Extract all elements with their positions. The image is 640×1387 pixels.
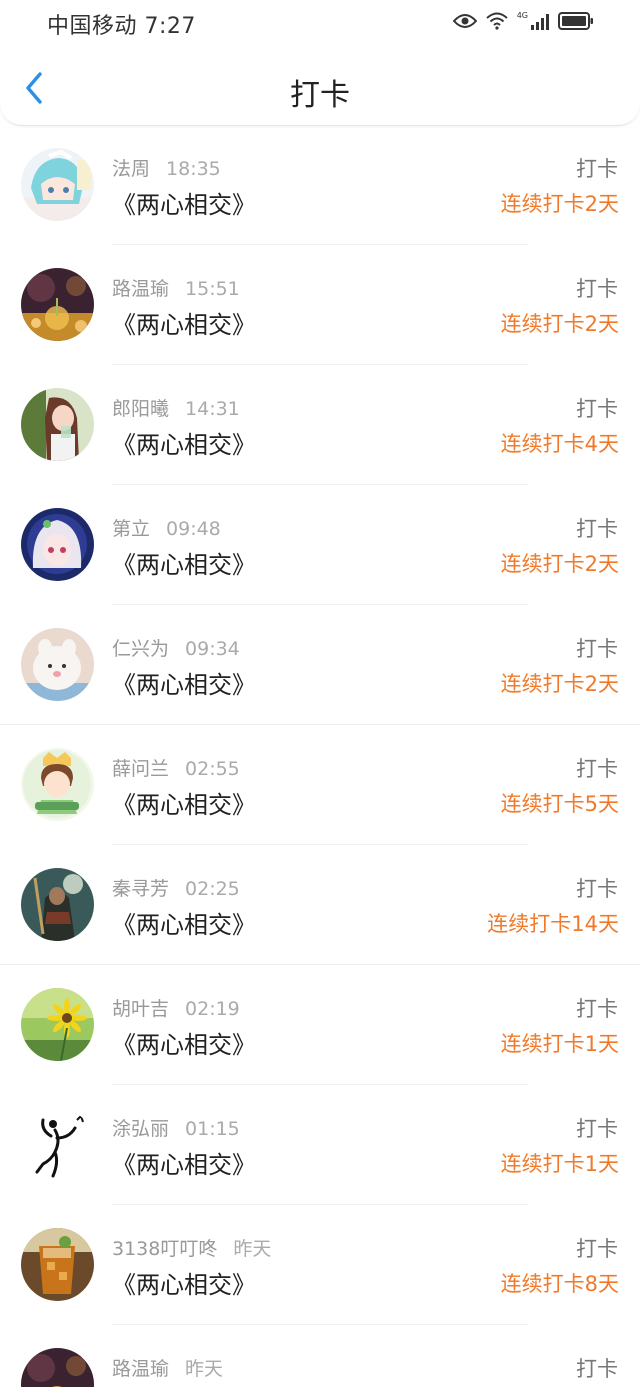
user-meta: 法周 18:35 [112,154,221,181]
list-item[interactable]: 秦寻芳 02:25 《两心相交》 打卡 连续打卡14天 [0,845,640,965]
user-name[interactable]: 郎阳曦 [112,398,169,420]
checkin-time: 15:51 [185,278,240,300]
book-title[interactable]: 《两心相交》 [112,785,256,820]
list-item[interactable]: 路温瑜 昨天 打卡 [0,1325,640,1387]
streak-label: 连续打卡2天 [500,552,619,576]
avatar[interactable] [21,988,94,1061]
checkin-time: 01:15 [185,1118,240,1140]
streak-label: 连续打卡14天 [487,912,619,936]
list-item[interactable]: 第立 09:48 《两心相交》 打卡 连续打卡2天 [0,485,640,605]
book-title[interactable]: 《两心相交》 [112,1025,256,1060]
book-title[interactable]: 《两心相交》 [112,425,256,460]
user-meta: 仁兴为 09:34 [112,634,240,661]
user-name[interactable]: 路温瑜 [112,278,169,300]
list-item[interactable]: 涂弘丽 01:15 《两心相交》 打卡 连续打卡1天 [0,1085,640,1205]
book-title[interactable]: 《两心相交》 [112,905,256,940]
signal-icon [530,12,550,30]
checkin-label: 打卡 [576,997,618,1021]
user-name[interactable]: 涂弘丽 [112,1118,169,1140]
streak-label: 连续打卡2天 [500,312,619,336]
checkin-label: 打卡 [576,757,618,781]
avatar[interactable] [21,628,94,701]
avatar[interactable] [21,1228,94,1301]
streak-label: 连续打卡1天 [500,1152,619,1176]
book-title[interactable]: 《两心相交》 [112,185,256,220]
user-meta: 胡叶吉 02:19 [112,994,240,1021]
list-item[interactable]: 郎阳曦 14:31 《两心相交》 打卡 连续打卡4天 [0,365,640,485]
avatar[interactable] [21,268,94,341]
avatar[interactable] [21,748,94,821]
checkin-label: 打卡 [576,517,618,541]
checkin-label: 打卡 [576,1117,618,1141]
list-item[interactable]: 路温瑜 15:51 《两心相交》 打卡 连续打卡2天 [0,245,640,365]
user-meta: 3138叮叮咚 昨天 [112,1234,271,1261]
checkin-time: 昨天 [233,1238,272,1260]
streak-label: 连续打卡4天 [500,432,619,456]
user-name[interactable]: 法周 [112,158,150,180]
checkin-label: 打卡 [576,1237,618,1261]
book-title[interactable]: 《两心相交》 [112,305,256,340]
battery-icon [558,12,594,30]
user-name[interactable]: 3138叮叮咚 [112,1238,217,1260]
user-meta: 郎阳曦 14:31 [112,394,240,421]
checkin-label: 打卡 [576,277,618,301]
checkin-time: 09:34 [185,638,240,660]
avatar[interactable] [21,1348,94,1387]
status-bar: 中国移动 7:27 4G [0,0,640,44]
streak-label: 连续打卡2天 [500,192,619,216]
network-label: 4G [516,10,528,20]
list-item[interactable]: 胡叶吉 02:19 《两心相交》 打卡 连续打卡1天 [0,965,640,1085]
checkin-time: 18:35 [166,158,221,180]
list-item[interactable]: 3138叮叮咚 昨天 《两心相交》 打卡 连续打卡8天 [0,1205,640,1325]
list-item[interactable]: 仁兴为 09:34 《两心相交》 打卡 连续打卡2天 [0,605,640,725]
checkin-time: 02:19 [185,998,240,1020]
list-item[interactable]: 薛问兰 02:55 《两心相交》 打卡 连续打卡5天 [0,725,640,845]
user-meta: 第立 09:48 [112,514,221,541]
wifi-icon [485,12,509,30]
avatar[interactable] [21,868,94,941]
streak-label: 连续打卡2天 [500,672,619,696]
nav-bar: 打卡 [0,56,640,126]
page-title: 打卡 [290,78,350,113]
header: 中国移动 7:27 4G 打卡 [0,0,640,126]
checkin-label: 打卡 [576,877,618,901]
checkin-time: 02:55 [185,758,240,780]
list-item[interactable]: 法周 18:35 《两心相交》 打卡 连续打卡2天 [0,125,640,245]
book-title[interactable]: 《两心相交》 [112,665,256,700]
checkin-label: 打卡 [576,157,618,181]
checkin-screen: 中国移动 7:27 4G 打卡 法周 18:35 《两心相交》 打卡 连续打卡2… [0,0,640,1387]
user-meta: 路温瑜 昨天 [112,1354,223,1381]
user-meta: 秦寻芳 02:25 [112,874,240,901]
streak-label: 连续打卡5天 [500,792,619,816]
checkin-time: 14:31 [185,398,240,420]
checkin-list: 法周 18:35 《两心相交》 打卡 连续打卡2天 路温瑜 15:51 《两心相… [0,125,640,1387]
avatar[interactable] [21,148,94,221]
streak-label: 连续打卡1天 [500,1032,619,1056]
user-meta: 涂弘丽 01:15 [112,1114,240,1141]
carrier-time: 中国移动 7:27 [47,14,196,39]
eye-icon [452,13,477,29]
streak-label: 连续打卡8天 [500,1272,619,1296]
checkin-time: 09:48 [166,518,221,540]
book-title[interactable]: 《两心相交》 [112,545,256,580]
checkin-label: 打卡 [576,1357,618,1381]
book-title[interactable]: 《两心相交》 [112,1265,256,1300]
avatar[interactable] [21,508,94,581]
book-title[interactable]: 《两心相交》 [112,1145,256,1180]
status-icons: 4G [452,10,594,32]
user-name[interactable]: 仁兴为 [112,638,169,660]
user-name[interactable]: 秦寻芳 [112,878,169,900]
user-meta: 路温瑜 15:51 [112,274,240,301]
user-name[interactable]: 胡叶吉 [112,998,169,1020]
user-meta: 薛问兰 02:55 [112,754,240,781]
user-name[interactable]: 路温瑜 [112,1358,169,1380]
checkin-time: 02:25 [185,878,240,900]
user-name[interactable]: 第立 [112,518,150,540]
checkin-label: 打卡 [576,637,618,661]
checkin-label: 打卡 [576,397,618,421]
checkin-time: 昨天 [185,1358,224,1380]
avatar[interactable] [21,1108,94,1181]
avatar[interactable] [21,388,94,461]
user-name[interactable]: 薛问兰 [112,758,169,780]
